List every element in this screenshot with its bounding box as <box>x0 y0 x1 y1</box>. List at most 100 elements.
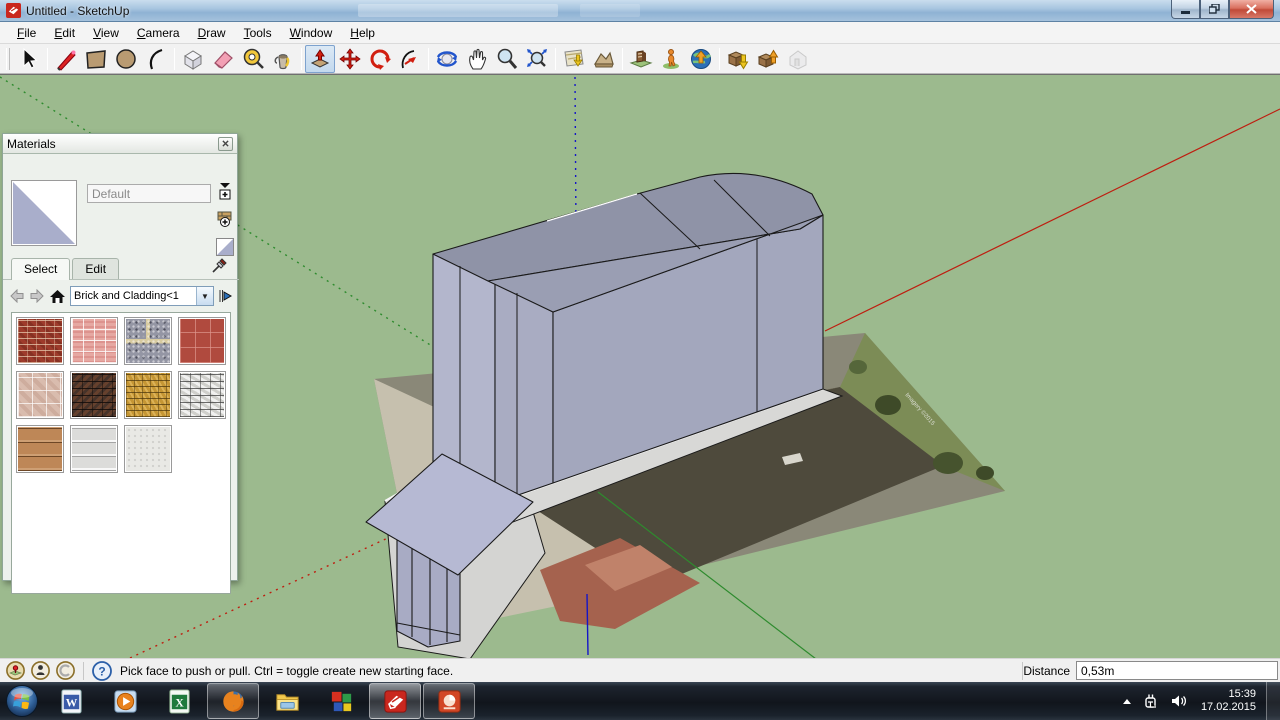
create-material-icon <box>216 210 234 228</box>
circle-tool-button[interactable] <box>111 45 141 73</box>
menu-camera[interactable]: Camera <box>128 23 189 43</box>
get-models-button[interactable] <box>723 45 753 73</box>
tab-edit[interactable]: Edit <box>72 258 119 279</box>
taskbar-excel[interactable]: X <box>153 683 205 719</box>
show-desktop-button[interactable] <box>1266 682 1280 720</box>
materials-list[interactable] <box>11 312 231 594</box>
arc-tool-button[interactable] <box>141 45 171 73</box>
blue-axis-solid <box>587 594 588 655</box>
details-arrow-icon[interactable] <box>218 288 233 304</box>
material-name-field[interactable]: Default <box>87 184 211 203</box>
help-button[interactable]: ? <box>92 661 112 681</box>
rotate-tool-button[interactable] <box>365 45 395 73</box>
rectangle-tool-button[interactable] <box>81 45 111 73</box>
clock[interactable]: 15:39 17.02.2015 <box>1201 688 1256 714</box>
toolbar-grip[interactable] <box>6 48 10 70</box>
rectangle-icon <box>84 47 108 71</box>
material-swatch[interactable] <box>124 425 172 473</box>
walk-tool-button[interactable] <box>656 45 686 73</box>
building-maker-button[interactable] <box>783 45 813 73</box>
minimize-button[interactable] <box>1171 0 1200 19</box>
menu-tools[interactable]: Tools <box>235 23 281 43</box>
close-button[interactable] <box>1229 0 1274 19</box>
eraser-tool-button[interactable] <box>208 45 238 73</box>
material-swatch[interactable] <box>124 317 172 365</box>
back-arrow-icon[interactable] <box>9 289 25 303</box>
powerpoint-icon <box>436 688 463 715</box>
taskbar-powerpoint[interactable] <box>423 683 475 719</box>
measurement-box[interactable]: 0,53m <box>1076 661 1278 680</box>
follow-me-button[interactable] <box>395 45 425 73</box>
toggle-terrain-button[interactable] <box>589 45 619 73</box>
taskbar-firefox[interactable] <box>207 683 259 719</box>
volume-button[interactable] <box>1171 694 1187 708</box>
restore-button[interactable] <box>1200 0 1229 19</box>
paint-bucket-button[interactable] <box>268 45 298 73</box>
menu-help[interactable]: Help <box>341 23 384 43</box>
firefox-icon <box>220 688 247 715</box>
taskbar-sketchup[interactable] <box>369 683 421 719</box>
menu-file[interactable]: File <box>8 23 45 43</box>
move-tool-button[interactable] <box>335 45 365 73</box>
materials-panel-titlebar[interactable]: Materials <box>3 134 237 154</box>
material-swatch[interactable] <box>70 317 118 365</box>
line-pencil-icon <box>54 47 78 71</box>
menu-view[interactable]: View <box>84 23 128 43</box>
secondary-pane-button[interactable] <box>217 182 233 203</box>
materials-close-button[interactable] <box>218 137 233 151</box>
close-icon <box>222 140 229 147</box>
credits-button[interactable] <box>56 661 75 680</box>
power-button[interactable] <box>1144 693 1159 709</box>
select-tool-button[interactable] <box>14 45 44 73</box>
menu-draw[interactable]: Draw <box>189 23 235 43</box>
tab-select[interactable]: Select <box>11 258 70 280</box>
eyedropper-icon <box>211 256 229 274</box>
material-swatch[interactable] <box>70 425 118 473</box>
start-button[interactable] <box>0 682 44 720</box>
line-tool-button[interactable] <box>51 45 81 73</box>
taskbar-media-player[interactable] <box>99 683 151 719</box>
taskbar-colored-squares-app[interactable] <box>315 683 367 719</box>
orbit-tool-button[interactable] <box>432 45 462 73</box>
share-model-button[interactable] <box>753 45 783 73</box>
word-icon: W <box>58 688 85 715</box>
tape-measure-button[interactable] <box>238 45 268 73</box>
chevron-down-icon[interactable]: ▼ <box>196 287 213 305</box>
collection-dropdown-value: Brick and Cladding<1 <box>71 290 196 302</box>
create-material-button[interactable] <box>216 210 234 231</box>
default-material-swatch[interactable] <box>216 238 234 256</box>
zoom-extents-button[interactable] <box>522 45 552 73</box>
materials-panel[interactable]: Materials Default Sele <box>2 133 238 581</box>
material-swatch[interactable] <box>16 371 64 419</box>
in-model-home-icon[interactable] <box>49 289 66 304</box>
material-swatch[interactable] <box>178 317 226 365</box>
speaker-icon <box>1171 694 1187 708</box>
svg-text:?: ? <box>98 664 105 678</box>
google-earth-button[interactable] <box>686 45 716 73</box>
push-pull-icon <box>308 47 332 71</box>
photo-textures-button[interactable] <box>626 45 656 73</box>
taskbar-word[interactable]: W <box>45 683 97 719</box>
material-swatch[interactable] <box>124 371 172 419</box>
material-swatch[interactable] <box>178 371 226 419</box>
material-swatch[interactable] <box>70 371 118 419</box>
sample-paint-button[interactable] <box>211 256 229 277</box>
geolocation-button[interactable] <box>6 661 25 680</box>
pan-tool-button[interactable] <box>462 45 492 73</box>
zoom-tool-button[interactable] <box>492 45 522 73</box>
taskbar-explorer[interactable] <box>261 683 313 719</box>
forward-arrow-icon[interactable] <box>29 289 45 303</box>
make-component-button[interactable] <box>178 45 208 73</box>
menu-edit[interactable]: Edit <box>45 23 84 43</box>
material-swatch[interactable] <box>16 425 64 473</box>
background-window-ghost <box>580 4 640 17</box>
title-bar[interactable]: Untitled - SketchUp <box>0 0 1280 22</box>
material-swatch[interactable] <box>16 317 64 365</box>
claim-credit-button[interactable] <box>31 661 50 680</box>
collection-dropdown[interactable]: Brick and Cladding<1 ▼ <box>70 286 214 306</box>
add-location-button[interactable] <box>559 45 589 73</box>
hidden-icons-button[interactable] <box>1122 698 1132 705</box>
menu-window[interactable]: Window <box>281 23 342 43</box>
push-pull-button[interactable] <box>305 45 335 73</box>
drawing-area[interactable]: Google Imagery ©2015 <box>0 74 1280 658</box>
